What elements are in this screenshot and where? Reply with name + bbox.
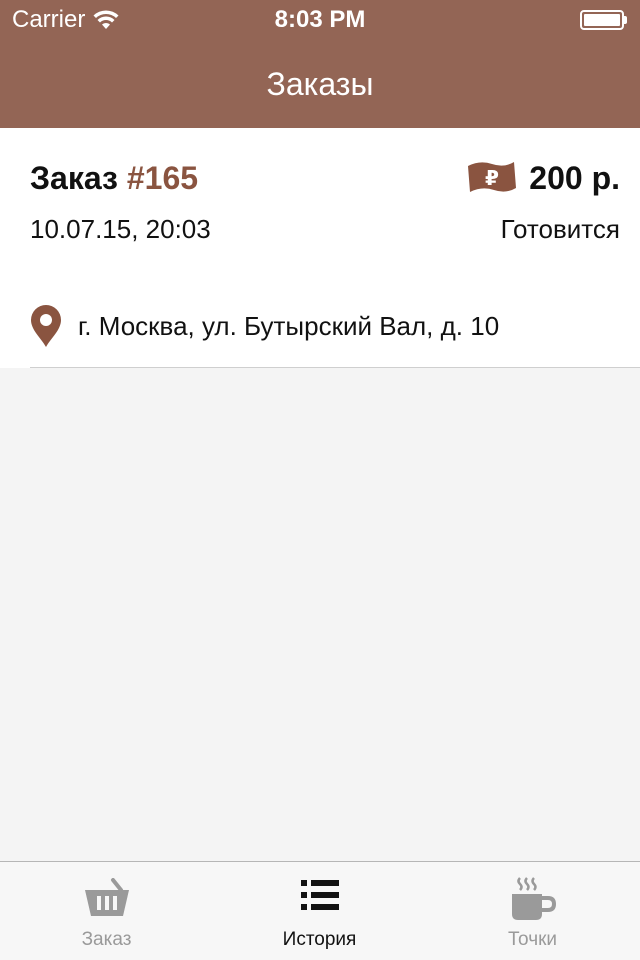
tab-bar: Заказ История Точки	[0, 861, 640, 960]
page-title: Заказы	[266, 66, 374, 102]
list-icon	[300, 880, 339, 910]
basket-icon	[84, 878, 129, 916]
order-address: г. Москва, ул. Бутырский Вал, д. 10	[78, 311, 500, 341]
screen: Carrier 8:03 PM Заказы Заказ #165 ₽ 200 …	[0, 0, 640, 960]
tab-order[interactable]: Заказ	[0, 862, 213, 960]
order-datetime: 10.07.15, 20:03	[30, 214, 211, 244]
tab-points[interactable]: Точки	[426, 862, 639, 960]
order-title-prefix: Заказ	[30, 160, 118, 196]
map-pin-icon	[31, 305, 61, 347]
tab-order-label: Заказ	[81, 929, 132, 950]
order-card[interactable]: Заказ #165 ₽ 200 р. 10.07.15, 20:03 Гото…	[0, 128, 640, 368]
ruble-banknote-icon: ₽	[468, 162, 516, 192]
coffee-cup-icon	[511, 877, 556, 920]
order-title: Заказ #165	[30, 160, 198, 197]
tab-history[interactable]: История	[213, 862, 426, 960]
order-number: #165	[126, 160, 199, 196]
header: Carrier 8:03 PM Заказы	[0, 0, 640, 128]
tab-points-label: Точки	[507, 929, 558, 950]
order-status: Готовится	[500, 214, 620, 244]
divider	[30, 367, 640, 368]
battery-fill	[584, 14, 620, 26]
battery-icon	[580, 10, 628, 30]
status-time: 8:03 PM	[274, 6, 366, 33]
tab-history-label: История	[282, 929, 357, 950]
status-bar: Carrier 8:03 PM	[0, 0, 640, 40]
svg-text:₽: ₽	[485, 166, 499, 190]
order-price: 200 р.	[529, 160, 620, 196]
